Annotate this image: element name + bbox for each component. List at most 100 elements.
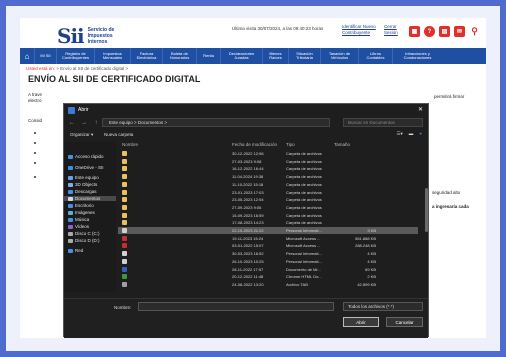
search-input[interactable]: Buscar en Documentos: [343, 118, 423, 127]
file-row[interactable]: 30-12-2022 12:56 Carpeta de archivos: [118, 150, 418, 157]
nav-impuestos[interactable]: Impuestos Mensuales: [94, 48, 130, 64]
file-date: 22-10-2023 21:22: [232, 228, 264, 233]
nav-infracciones[interactable]: Infracciones y Condonaciones: [392, 48, 442, 64]
home-icon[interactable]: ⌂: [20, 48, 34, 64]
calendar-icon[interactable]: ▦: [409, 26, 420, 37]
scrollbar[interactable]: [425, 188, 428, 232]
file-type: Personal Informati...: [286, 228, 322, 233]
file-icon: [122, 258, 127, 264]
nav-mi-sii[interactable]: Mi SII: [34, 48, 56, 64]
column-type[interactable]: Tipo: [286, 142, 295, 147]
nav-declaraciones[interactable]: Declaraciones Juradas: [220, 48, 262, 64]
file-row[interactable]: 19-11-2023 15:24 Microsoft Access ... 561.…: [118, 235, 418, 242]
tree-item[interactable]: Documentos: [64, 196, 116, 201]
tree-item[interactable]: Música: [68, 217, 89, 222]
tree-item[interactable]: Vídeos: [68, 224, 89, 229]
file-row[interactable]: 27-03-2023 9:08 Carpeta de archivos: [118, 158, 418, 165]
file-row[interactable]: 24-08-2022 13:20 Archivo TAB 42.899 KB: [118, 281, 418, 288]
search-icon[interactable]: ⚲: [469, 26, 480, 37]
tree-item[interactable]: Descargas: [68, 189, 97, 194]
logo-mark: Sii: [57, 24, 85, 48]
tree-item-label: Acceso rápido: [75, 154, 104, 159]
tree-item[interactable]: Este equipo: [68, 175, 99, 180]
file-row[interactable]: 30-03-2023 16:52 Personal Informati... 4 K…: [118, 250, 418, 257]
file-row[interactable]: 11-10-2022 15:18 Carpeta de archivos: [118, 181, 418, 188]
file-row[interactable]: 22-10-2023 21:22 Personal Informati... 3 K…: [118, 227, 418, 234]
file-size: 42.899 KB: [357, 281, 376, 287]
file-row[interactable]: 23-05-2023 12:54 Carpeta de archivos: [118, 196, 418, 203]
file-row[interactable]: 26-10-2023 10:25 Personal Informati... 4 K…: [118, 258, 418, 265]
new-folder-button[interactable]: Nueva carpeta: [104, 132, 133, 137]
help-icon[interactable]: ?: [424, 26, 435, 37]
tree-item-label: Documentos: [75, 196, 101, 201]
file-icon: [122, 274, 127, 280]
breadcrumb-path[interactable]: > Envío al SII de certificado digital >: [55, 66, 128, 71]
file-row[interactable]: 28-11-2022 17:57 Documento de Mi... 69 KB: [118, 266, 418, 273]
organize-button[interactable]: Organizar ▾: [70, 132, 93, 138]
address-bar[interactable]: Este equipo > Documentos >: [102, 118, 330, 127]
preview-pane-icon[interactable]: ▬: [409, 131, 414, 137]
tree-item-label: Imágenes: [75, 210, 95, 215]
file-row[interactable]: 15-09-2023 16:59 Carpeta de archivos: [118, 212, 418, 219]
tree-item[interactable]: Red: [68, 248, 83, 253]
close-session-link[interactable]: Cerrar Sesión: [384, 24, 404, 35]
tree-item[interactable]: Imágenes: [68, 210, 95, 215]
file-row[interactable]: 20-12-2022 11:48 Chrome HTML Do... 2 KB: [118, 273, 418, 280]
file-row[interactable]: 27-09-2023 9:06 Carpeta de archivos: [118, 204, 418, 211]
tree-item[interactable]: Disco C (C:): [68, 231, 100, 236]
filename-input[interactable]: [138, 302, 334, 311]
tree-item[interactable]: 3D Objects: [68, 182, 97, 187]
file-row[interactable]: 16-12-2022 16:44 Carpeta de archivos: [118, 165, 418, 172]
close-icon[interactable]: ✕: [418, 106, 423, 113]
document-icon[interactable]: ▤: [439, 26, 450, 37]
page-title: ENVÍO AL SII DE CERTIFICADO DIGITAL: [28, 74, 201, 84]
tree-item[interactable]: OneDrive - SII: [68, 165, 104, 170]
identify-contributor-link[interactable]: Identificar Nuevo Contribuyente: [342, 24, 382, 35]
nav-bienes[interactable]: Bienes Raíces: [262, 48, 288, 64]
tree-item[interactable]: Disco D (D:): [68, 238, 100, 243]
file-icon: [122, 166, 127, 172]
file-icon: [122, 281, 127, 287]
back-arrow-icon[interactable]: ←: [68, 120, 76, 126]
browser-page: Sii Servicio de Impuestos Internos Últim…: [20, 18, 486, 338]
up-arrow-icon[interactable]: ↑: [92, 120, 100, 126]
file-date: 17-08-2023 14:23: [232, 220, 264, 226]
view-options-icon[interactable]: ☰▾: [396, 131, 402, 137]
file-row[interactable]: 11-04-2024 19:38 Carpeta de archivos: [118, 173, 418, 180]
file-icon: [122, 189, 127, 195]
file-row[interactable]: 23-01-2023 17:03 Carpeta de archivos: [118, 189, 418, 196]
nav-registro[interactable]: Registro de Contribuyentes: [56, 48, 94, 64]
file-icon: [122, 204, 127, 210]
nav-boleta[interactable]: Boleta de Honorarios: [162, 48, 196, 64]
filetype-select[interactable]: Todos los archivos (*.*): [343, 302, 423, 311]
sii-logo[interactable]: Sii Servicio de Impuestos Internos: [57, 24, 114, 48]
file-icon: [122, 220, 127, 226]
cancel-button[interactable]: Cancelar: [386, 317, 423, 327]
folder-icon: [68, 196, 73, 201]
open-button[interactable]: Abrir: [343, 317, 379, 327]
tree-item-label: Escritorio: [75, 203, 94, 208]
nav-renta[interactable]: Renta: [196, 48, 220, 64]
bullet: [34, 152, 36, 154]
file-icon: [122, 174, 127, 180]
nav-factura[interactable]: Factura Electrónica: [130, 48, 162, 64]
intro-text-2: electro: [28, 98, 42, 103]
column-size[interactable]: Tamaño: [334, 142, 350, 147]
column-name[interactable]: Nombre: [122, 142, 138, 147]
file-type: Microsoft Access ...: [286, 235, 321, 241]
forward-arrow-icon[interactable]: →: [80, 120, 88, 126]
nav-tasacion[interactable]: Tasación de Vehículos: [320, 48, 358, 64]
chat-icon[interactable]: ✉: [454, 26, 465, 37]
folder-icon: [68, 224, 73, 229]
column-date[interactable]: Fecha de modificación: [232, 142, 277, 147]
tree-item[interactable]: Acceso rápido: [68, 154, 104, 159]
nav-situacion[interactable]: Situación Tributaria: [288, 48, 320, 64]
file-row[interactable]: 03-01-2022 15:07 Microsoft Access ... 288.…: [118, 242, 418, 249]
file-row[interactable]: 17-08-2023 14:23 Carpeta de archivos: [118, 219, 418, 226]
dialog-titlebar[interactable]: Abrir ✕: [64, 104, 428, 116]
file-size: 2 KB: [367, 274, 376, 280]
nav-libros[interactable]: Libros Contables: [358, 48, 392, 64]
top-icons: ▦ ? ▤ ✉ ⚲: [409, 26, 480, 37]
help-icon[interactable]: ●: [419, 131, 422, 137]
tree-item[interactable]: Escritorio: [68, 203, 94, 208]
